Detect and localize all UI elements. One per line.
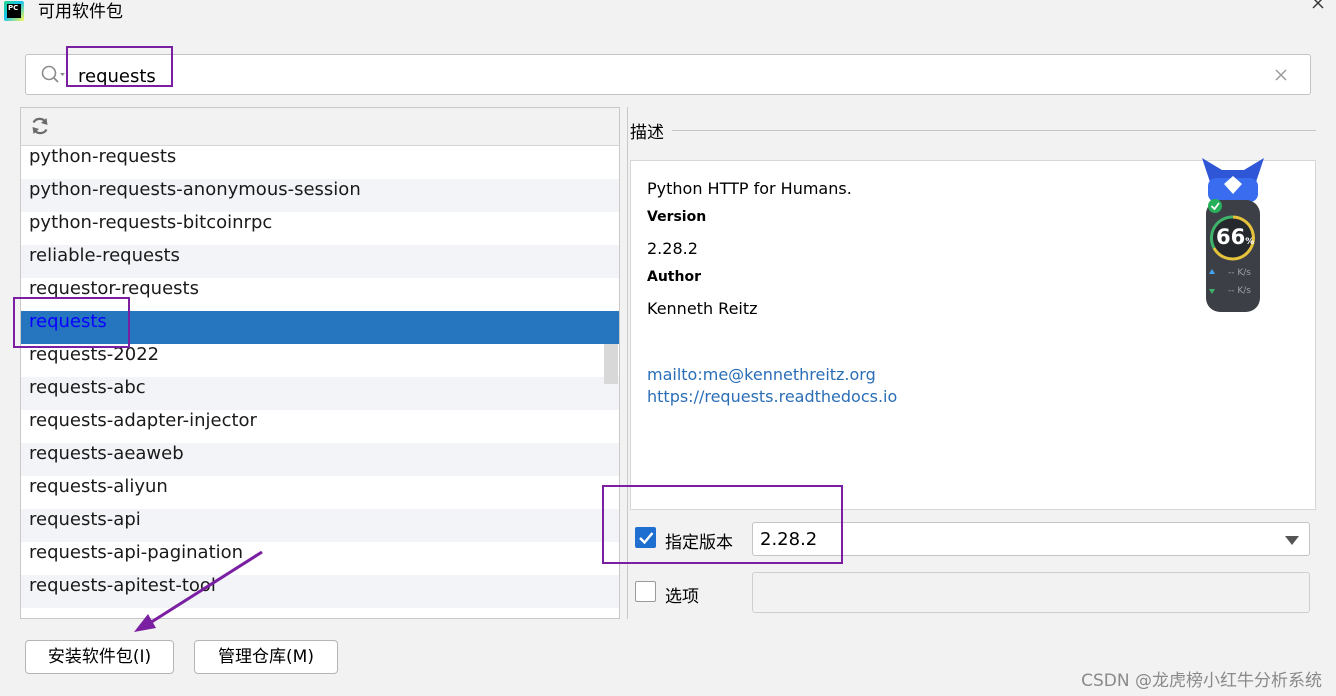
upload-rate: -- K/s <box>1228 268 1251 278</box>
panel-splitter[interactable] <box>627 107 628 619</box>
annotation-arrow-icon <box>134 550 263 632</box>
manage-repositories-button[interactable]: 管理仓库(M) <box>194 640 338 674</box>
description-section-label: 描述 <box>630 123 664 143</box>
homepage-link[interactable]: https://requests.readthedocs.io <box>647 387 897 406</box>
package-summary: Python HTTP for Humans. <box>647 179 852 198</box>
pycharm-app-icon: PC <box>4 1 24 21</box>
widget-percent-unit: % <box>1245 237 1255 247</box>
package-row[interactable]: requests-aliyun <box>21 476 619 509</box>
search-icon[interactable] <box>40 64 66 86</box>
version-heading: Version <box>647 209 707 225</box>
close-icon[interactable] <box>1310 0 1326 14</box>
list-scrollbar-thumb[interactable] <box>604 344 618 384</box>
download-rate: -- K/s <box>1228 286 1251 296</box>
options-checkbox[interactable] <box>635 581 656 602</box>
refresh-icon[interactable] <box>29 115 51 137</box>
chevron-down-icon[interactable] <box>1285 536 1299 545</box>
search-input[interactable] <box>78 63 1258 89</box>
specify-version-checkbox[interactable] <box>635 527 656 548</box>
network-monitor-widget[interactable]: 66% -- K/s -- K/s <box>1200 156 1266 316</box>
package-row[interactable]: requestor-requests <box>21 278 619 311</box>
version-value: 2.28.2 <box>647 239 698 258</box>
package-list-panel: python-requests python-requests-anonymous… <box>20 107 620 619</box>
package-row[interactable]: python-requests <box>21 146 619 179</box>
description-divider <box>672 130 1316 131</box>
install-package-button[interactable]: 安装软件包(I) <box>25 640 174 674</box>
widget-percent: 66 <box>1216 225 1246 249</box>
app-icon-label: PC <box>7 4 21 18</box>
author-email-link[interactable]: mailto:me@kennethreitz.org <box>647 365 876 384</box>
version-dropdown[interactable]: 2.28.2 <box>752 522 1310 556</box>
version-dropdown-value: 2.28.2 <box>760 529 818 550</box>
package-row[interactable]: python-requests-anonymous-session <box>21 179 619 212</box>
clear-search-icon[interactable] <box>1274 68 1288 82</box>
checkmark-icon <box>639 532 654 545</box>
package-row[interactable]: requests-api <box>21 509 619 542</box>
package-list: python-requests python-requests-anonymous… <box>21 146 619 608</box>
list-toolbar <box>21 108 619 146</box>
package-row[interactable]: requests-apitest-tool <box>21 575 619 608</box>
package-row[interactable]: python-requests-bitcoinrpc <box>21 212 619 245</box>
author-value: Kenneth Reitz <box>647 299 758 318</box>
options-label: 选项 <box>665 587 699 607</box>
author-heading: Author <box>647 269 701 285</box>
package-row[interactable]: requests-2022 <box>21 344 619 377</box>
package-search-box[interactable] <box>25 54 1311 95</box>
package-row[interactable]: requests-api-pagination <box>21 542 619 575</box>
package-row-selected[interactable]: requests <box>21 311 619 344</box>
window-title: 可用软件包 <box>38 2 123 22</box>
package-row[interactable]: requests-adapter-injector <box>21 410 619 443</box>
package-row[interactable]: requests-aeaweb <box>21 443 619 476</box>
specify-version-label: 指定版本 <box>665 533 733 553</box>
package-row[interactable]: reliable-requests <box>21 245 619 278</box>
package-row[interactable]: requests-abc <box>21 377 619 410</box>
watermark-text: CSDN @龙虎榜小红牛分析系统 <box>1081 671 1322 691</box>
options-input[interactable] <box>752 572 1310 613</box>
